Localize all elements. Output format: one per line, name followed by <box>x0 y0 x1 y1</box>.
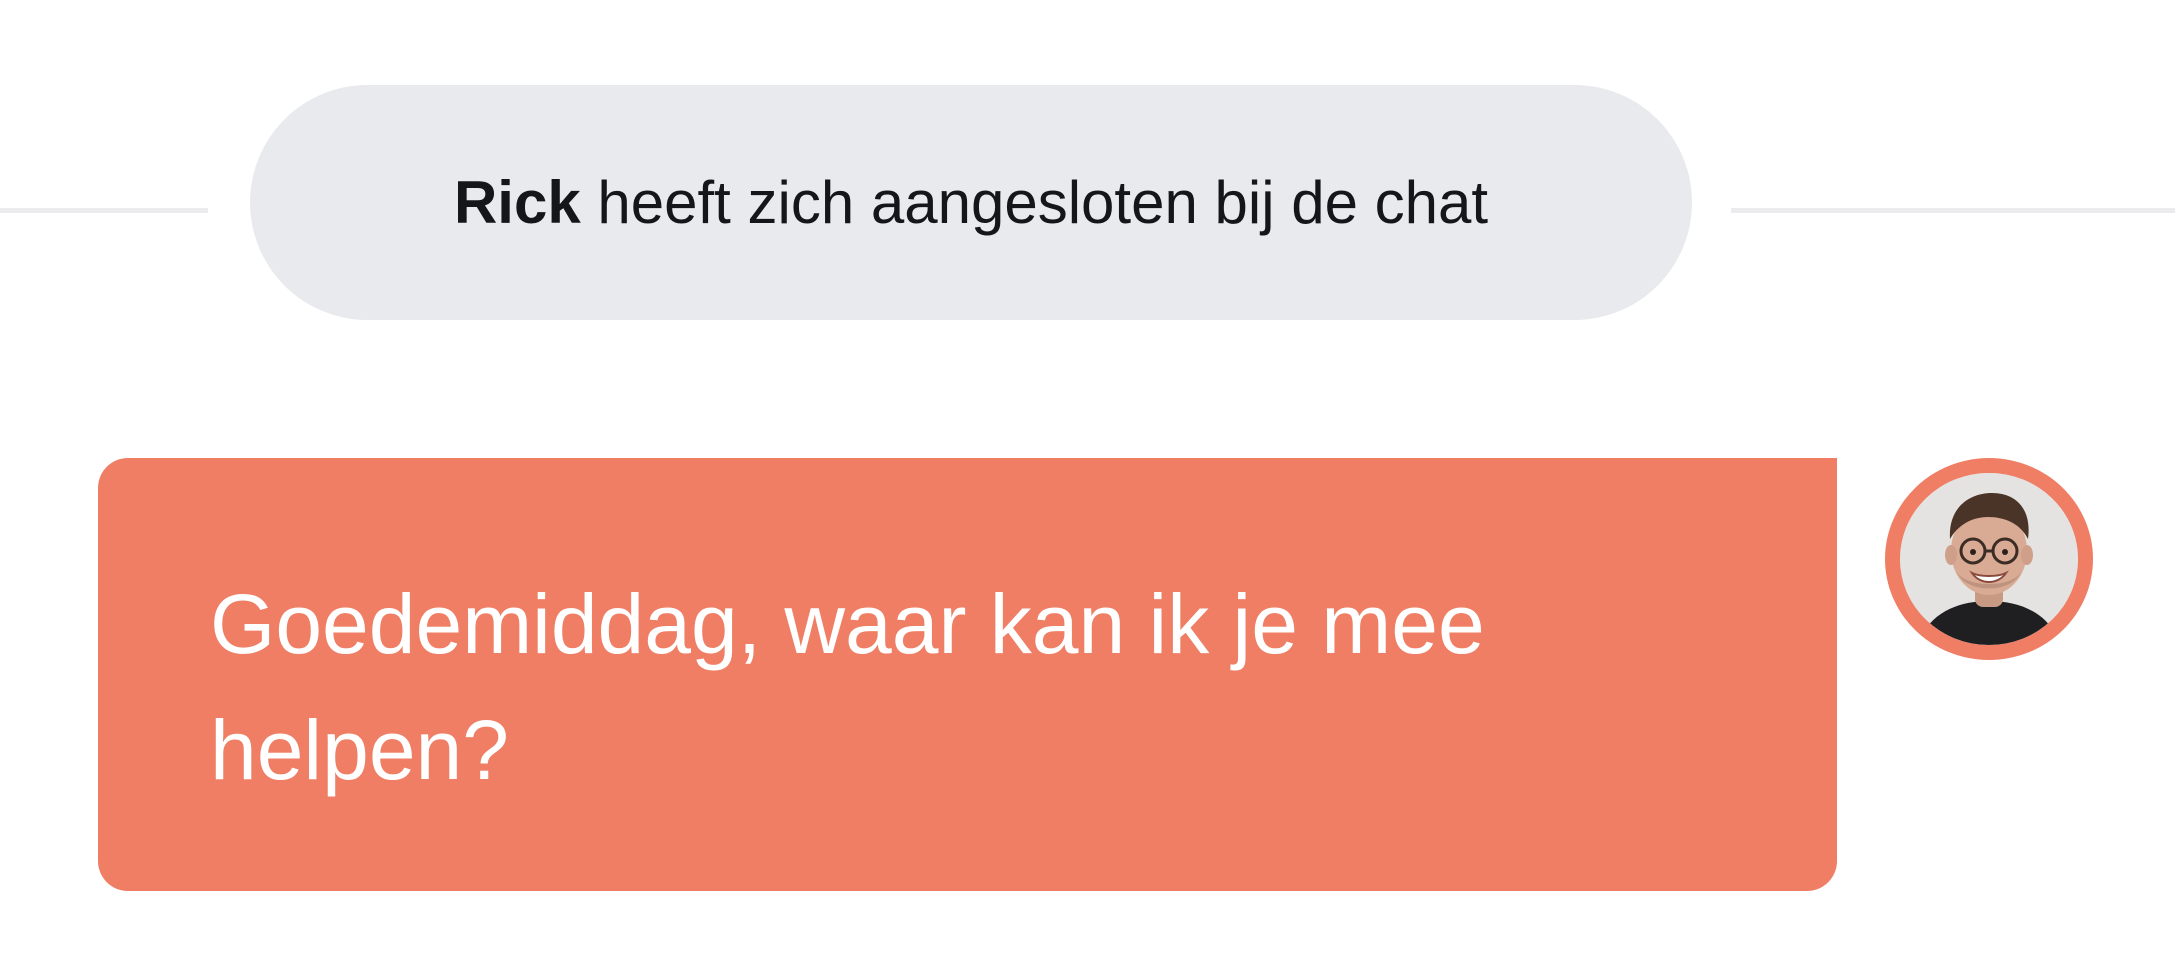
person-icon <box>1900 473 2078 645</box>
divider-right <box>1731 208 2175 213</box>
system-notice-text: heeft zich aangesloten bij de chat <box>597 169 1489 236</box>
agent-avatar[interactable] <box>1885 458 2093 660</box>
chat-view: Rick heeft zich aangesloten bij de chat … <box>0 0 2175 971</box>
agent-message-text: Goedemiddag, waar kan ik je mee helpen? <box>210 577 1485 797</box>
divider-left <box>0 208 208 213</box>
system-notice: Rick heeft zich aangesloten bij de chat <box>250 85 1692 320</box>
agent-message-bubble: Goedemiddag, waar kan ik je mee helpen? <box>98 458 1837 891</box>
system-notice-name: Rick <box>453 169 581 236</box>
avatar-photo <box>1900 473 2078 645</box>
